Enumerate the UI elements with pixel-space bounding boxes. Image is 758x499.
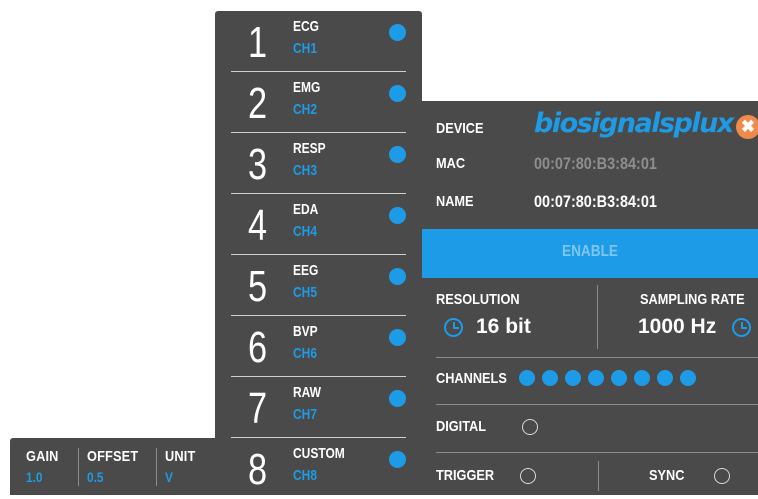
- channel-active-indicator[interactable]: [389, 85, 406, 102]
- channel-active-indicator[interactable]: [389, 451, 406, 468]
- channel-indicator[interactable]: [519, 370, 535, 386]
- channel-name: EMG: [293, 79, 321, 96]
- close-button[interactable]: ✖: [736, 115, 758, 139]
- offset-setting[interactable]: OFFSET 0.5: [87, 448, 147, 488]
- divider: [436, 404, 758, 405]
- unit-setting[interactable]: UNIT V: [165, 448, 201, 488]
- mac-label: MAC: [436, 155, 466, 172]
- channel-row-7[interactable]: 7 RAW CH7: [215, 377, 422, 438]
- channel-indicator[interactable]: [657, 370, 673, 386]
- channel-row-3[interactable]: 3 RESP CH3: [215, 133, 422, 194]
- sampling-rate-label: SAMPLING RATE: [640, 291, 745, 308]
- mac-value: 00:07:80:B3:84:01: [534, 154, 657, 173]
- channel-name: EEG: [293, 262, 319, 279]
- channel-active-indicator[interactable]: [389, 390, 406, 407]
- channel-indicator[interactable]: [588, 370, 604, 386]
- gain-value[interactable]: 1.0: [26, 469, 59, 485]
- channel-name: EDA: [293, 201, 319, 218]
- close-icon: ✖: [740, 117, 756, 136]
- channel-id: CH1: [293, 40, 318, 57]
- channel-number: 4: [248, 201, 268, 250]
- digital-label: DIGITAL: [436, 418, 487, 435]
- name-label: NAME: [436, 193, 474, 210]
- sampling-rate-value[interactable]: 1000 Hz: [638, 315, 716, 339]
- channel-row-6[interactable]: 6 BVP CH6: [215, 316, 422, 377]
- channel-active-indicator[interactable]: [389, 207, 406, 224]
- channel-active-indicator[interactable]: [389, 268, 406, 285]
- channel-number: 8: [248, 445, 268, 494]
- channel-id: CH5: [293, 284, 318, 301]
- resolution-value[interactable]: 16 bit: [476, 315, 531, 339]
- divider: [597, 285, 598, 349]
- divider: [436, 452, 758, 453]
- channel-active-indicator[interactable]: [389, 329, 406, 346]
- sync-label: SYNC: [649, 467, 685, 484]
- trigger-radio[interactable]: [520, 468, 536, 484]
- channel-active-indicator[interactable]: [389, 24, 406, 41]
- channel-name: ECG: [293, 18, 320, 35]
- channel-id: CH6: [293, 345, 318, 362]
- channel-number: 3: [248, 140, 268, 189]
- trigger-label: TRIGGER: [436, 467, 495, 484]
- channel-indicator[interactable]: [680, 370, 696, 386]
- channel-number: 1: [248, 18, 268, 67]
- channel-settings-tab: GAIN 1.0 OFFSET 0.5 UNIT V: [10, 438, 227, 495]
- offset-value[interactable]: 0.5: [87, 469, 138, 485]
- channel-id: CH8: [293, 467, 318, 484]
- offset-label: OFFSET: [87, 448, 139, 465]
- unit-value[interactable]: V: [165, 469, 195, 485]
- gain-setting[interactable]: GAIN 1.0: [26, 448, 64, 488]
- pointer-arrow: [410, 368, 422, 394]
- enable-label: ENABLE: [562, 243, 618, 260]
- divider: [598, 461, 599, 491]
- enable-button[interactable]: ENABLE: [422, 229, 758, 278]
- clock-icon[interactable]: [732, 318, 751, 337]
- channel-indicator[interactable]: [565, 370, 581, 386]
- channel-name: RAW: [293, 384, 321, 401]
- channel-name: BVP: [293, 323, 318, 340]
- clock-icon[interactable]: [444, 318, 463, 337]
- divider: [78, 448, 79, 486]
- channel-indicator[interactable]: [542, 370, 558, 386]
- channel-id: CH7: [293, 406, 318, 423]
- channel-row-5[interactable]: 5 EEG CH5: [215, 255, 422, 316]
- channel-row-4[interactable]: 4 EDA CH4: [215, 194, 422, 255]
- channel-row-2[interactable]: 2 EMG CH2: [215, 72, 422, 133]
- digital-radio[interactable]: [522, 419, 538, 435]
- device-panel: DEVICE biosignalsplux ✖ MAC 00:07:80:B3:…: [422, 101, 758, 495]
- name-value[interactable]: 00:07:80:B3:84:01: [534, 192, 657, 212]
- channel-list-panel: 1 ECG CH1 2 EMG CH2 3 RESP CH3 4 EDA CH4…: [215, 11, 422, 495]
- channel-indicator[interactable]: [634, 370, 650, 386]
- channel-number: 7: [248, 384, 268, 433]
- sync-radio[interactable]: [714, 468, 730, 484]
- channel-number: 6: [248, 323, 268, 372]
- unit-label: UNIT: [165, 448, 196, 465]
- brand-logo: biosignalsplux: [534, 108, 734, 139]
- channel-active-indicator[interactable]: [389, 146, 406, 163]
- channel-number: 5: [248, 262, 268, 311]
- channel-indicator[interactable]: [611, 370, 627, 386]
- channel-id: CH3: [293, 162, 318, 179]
- channel-name: CUSTOM: [293, 445, 345, 462]
- channel-id: CH4: [293, 223, 318, 240]
- resolution-label: RESOLUTION: [436, 291, 520, 308]
- channel-id: CH2: [293, 101, 318, 118]
- channel-row-1[interactable]: 1 ECG CH1: [215, 11, 422, 72]
- channel-row-8[interactable]: 8 CUSTOM CH8: [215, 438, 422, 499]
- channel-number: 2: [248, 79, 268, 128]
- channel-name: RESP: [293, 140, 326, 157]
- divider: [156, 448, 157, 486]
- device-label: DEVICE: [436, 120, 484, 137]
- gain-label: GAIN: [26, 448, 59, 465]
- divider: [436, 357, 758, 358]
- channels-label: CHANNELS: [436, 370, 507, 387]
